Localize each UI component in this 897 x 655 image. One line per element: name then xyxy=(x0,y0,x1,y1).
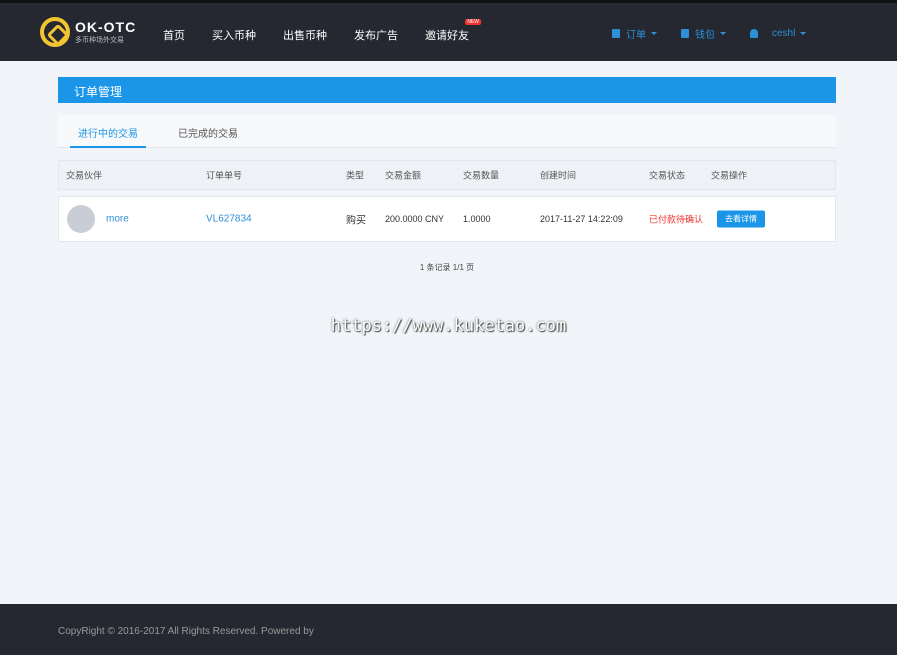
nav-buy[interactable]: 买入币种 xyxy=(212,27,256,43)
tab-completed[interactable]: 已完成的交易 xyxy=(170,115,246,148)
user-menu[interactable]: ceshl xyxy=(750,26,807,41)
table-header: 交易伙伴 订单单号 类型 交易金额 交易数量 创建时间 交易状态 交易操作 xyxy=(58,160,836,190)
logo[interactable]: OK-OTC 多币种场外交易 xyxy=(40,17,136,47)
footer: CopyRight © 2016-2017 All Rights Reserve… xyxy=(0,604,897,655)
wallet-label: 钱包 xyxy=(695,30,715,41)
logo-icon xyxy=(40,17,70,47)
caret-down-icon xyxy=(720,32,726,35)
header: OK-OTC 多币种场外交易 首页 买入币种 出售币种 发布广告 邀请好友 NEW … xyxy=(0,3,897,61)
watermark: https://www.kuketao.com xyxy=(330,316,567,336)
nav-invite-label: 邀请好友 xyxy=(425,30,469,42)
username: ceshl xyxy=(772,28,796,39)
nav-post-ad[interactable]: 发布广告 xyxy=(354,27,398,43)
col-type: 类型 xyxy=(346,170,365,181)
page-title: 订单管理 xyxy=(58,77,836,103)
wallet-menu[interactable]: 钱包 xyxy=(681,26,726,41)
tabs: 进行中的交易 已完成的交易 xyxy=(58,115,836,148)
orders-label: 订单 xyxy=(626,30,646,41)
col-partner: 交易伙伴 xyxy=(66,170,103,181)
col-created: 创建时间 xyxy=(540,170,577,181)
table-row: more VL627834 购买 200.0000 CNY 1.0000 201… xyxy=(58,196,836,242)
main-nav: 首页 买入币种 出售币种 发布广告 邀请好友 NEW xyxy=(163,19,496,43)
created-time: 2017-11-27 14:22:09 xyxy=(540,214,623,224)
nav-home[interactable]: 首页 xyxy=(163,27,185,43)
partner-link[interactable]: more xyxy=(106,214,129,225)
wallet-icon xyxy=(681,29,689,38)
col-status: 交易状态 xyxy=(649,170,686,181)
clipboard-icon xyxy=(612,29,620,38)
order-no-link[interactable]: VL627834 xyxy=(206,214,252,225)
pagination: 1 条记录 1/1 页 xyxy=(419,263,475,272)
nav-invite[interactable]: 邀请好友 NEW xyxy=(425,19,481,43)
status: 已付款待确认 xyxy=(649,214,704,225)
orders-menu[interactable]: 订单 xyxy=(612,26,657,41)
quantity: 1.0000 xyxy=(463,214,491,224)
nav-sell[interactable]: 出售币种 xyxy=(283,27,327,43)
col-order-no: 订单单号 xyxy=(206,170,243,181)
new-badge: NEW xyxy=(465,19,481,25)
caret-down-icon xyxy=(651,32,657,35)
col-quantity: 交易数量 xyxy=(463,170,500,181)
caret-down-icon xyxy=(800,32,807,35)
logo-title: OK-OTC xyxy=(75,19,137,35)
col-amount: 交易金额 xyxy=(385,170,422,181)
user-icon xyxy=(750,29,758,38)
logo-subtitle: 多币种场外交易 xyxy=(75,37,124,44)
amount: 200.0000 CNY xyxy=(385,214,445,224)
avatar xyxy=(67,205,95,233)
view-details-button[interactable]: 去看详情 xyxy=(717,210,765,228)
col-action: 交易操作 xyxy=(711,170,748,181)
tab-in-progress[interactable]: 进行中的交易 xyxy=(70,115,146,148)
type: 购买 xyxy=(346,215,366,227)
